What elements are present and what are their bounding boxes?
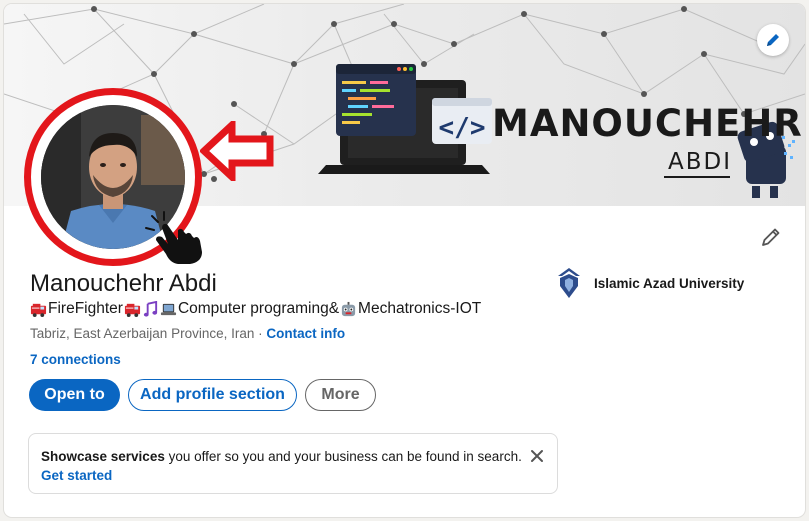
get-started-link[interactable]: Get started bbox=[41, 468, 112, 483]
profile-edit-button[interactable] bbox=[760, 226, 782, 253]
showcase-close-button[interactable] bbox=[529, 448, 545, 469]
pencil-icon bbox=[767, 34, 779, 46]
headline-part-3: Mechatronics-IOT bbox=[358, 300, 482, 317]
profile-headline: FireFighter Computer programing& Mechatr… bbox=[30, 300, 481, 318]
pencil-icon bbox=[762, 228, 780, 246]
fire-truck-icon bbox=[30, 303, 47, 317]
profile-card: </> MANOUCHEHR ABDI Manouchehr Abdi Fire… bbox=[4, 4, 805, 517]
svg-text:</>: </> bbox=[439, 113, 486, 143]
laptop-illustration: </> bbox=[318, 64, 492, 174]
university-logo-icon bbox=[558, 268, 580, 298]
banner-brand-name: MANOUCHEHR bbox=[492, 102, 803, 145]
robot-face-icon bbox=[341, 301, 356, 316]
pointer-hand-icon bbox=[145, 211, 202, 264]
banner-edit-button[interactable] bbox=[757, 24, 789, 56]
fire-truck-icon bbox=[124, 303, 140, 317]
headline-part-1: FireFighter bbox=[48, 300, 123, 317]
banner-brand-sub: ABDI bbox=[668, 149, 733, 175]
showcase-text: Showcase services you offer so you and y… bbox=[41, 449, 522, 464]
education-item[interactable]: Islamic Azad University bbox=[556, 266, 744, 300]
open-to-button[interactable]: Open to bbox=[29, 379, 120, 411]
profile-location-line: Tabriz, East Azerbaijan Province, Iran ·… bbox=[30, 326, 345, 341]
connections-link[interactable]: 7 connections bbox=[30, 352, 121, 367]
more-button[interactable]: More bbox=[305, 379, 376, 411]
banner-underline bbox=[664, 176, 730, 178]
left-arrow-icon bbox=[200, 121, 274, 181]
headline-part-2: Computer programing& bbox=[177, 300, 340, 317]
profile-name: Manouchehr Abdi bbox=[30, 270, 217, 297]
profile-location: Tabriz, East Azerbaijan Province, Iran bbox=[30, 326, 255, 341]
education-name: Islamic Azad University bbox=[594, 275, 745, 291]
showcase-bold: Showcase services bbox=[41, 449, 165, 464]
close-icon bbox=[531, 450, 543, 462]
add-profile-section-button[interactable]: Add profile section bbox=[128, 379, 297, 411]
contact-info-link[interactable]: Contact info bbox=[266, 326, 345, 341]
showcase-body: you offer so you and your business can b… bbox=[164, 449, 522, 464]
laptop-icon bbox=[160, 303, 176, 315]
music-notes-icon bbox=[143, 300, 158, 317]
showcase-services-banner: Showcase services you offer so you and y… bbox=[28, 433, 558, 494]
location-separator: · bbox=[254, 326, 267, 341]
